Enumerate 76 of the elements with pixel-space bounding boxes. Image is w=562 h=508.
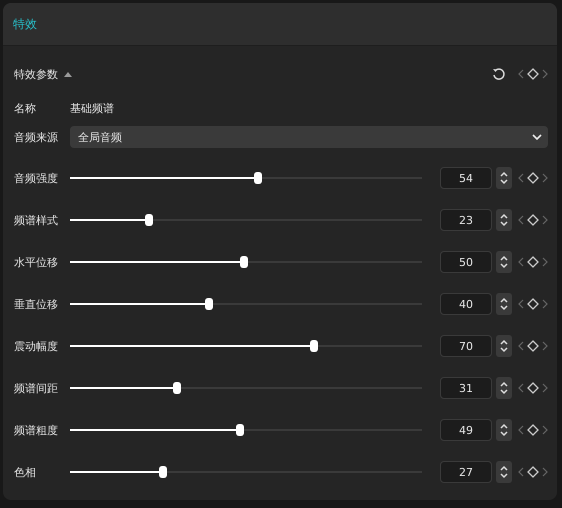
- previous-keyframe-icon[interactable]: [518, 299, 524, 309]
- spinner-button[interactable]: [496, 419, 512, 441]
- previous-keyframe-icon[interactable]: [518, 69, 524, 79]
- slider-label: 色相: [14, 464, 37, 480]
- up-down-chevrons-icon: [499, 422, 509, 438]
- field-label: 名称: [14, 100, 37, 116]
- up-down-chevrons-icon: [499, 380, 509, 396]
- previous-keyframe-icon[interactable]: [518, 383, 524, 393]
- value-input[interactable]: 70: [440, 335, 492, 357]
- slider-label: 音频强度: [14, 170, 59, 186]
- spinner-button[interactable]: [496, 209, 512, 231]
- next-keyframe-icon[interactable]: [542, 69, 548, 79]
- spinner-button[interactable]: [496, 377, 512, 399]
- next-keyframe-icon[interactable]: [542, 173, 548, 183]
- previous-keyframe-icon[interactable]: [518, 341, 524, 351]
- spinner-button[interactable]: [496, 461, 512, 483]
- next-keyframe-icon[interactable]: [542, 341, 548, 351]
- next-keyframe-icon[interactable]: [542, 467, 548, 477]
- next-keyframe-icon[interactable]: [542, 383, 548, 393]
- up-down-chevrons-icon: [499, 212, 509, 228]
- previous-keyframe-icon[interactable]: [518, 467, 524, 477]
- section-title: 特效参数: [14, 66, 58, 82]
- value-input[interactable]: 49: [440, 419, 492, 441]
- keyframe-icon[interactable]: [527, 172, 539, 184]
- spinner-button[interactable]: [496, 335, 512, 357]
- value-input[interactable]: 54: [440, 167, 492, 189]
- effect-name: 基础频谱: [70, 100, 114, 116]
- slider-label: 频谱间距: [14, 380, 59, 396]
- keyframe-icon[interactable]: [527, 340, 539, 352]
- spinner-button[interactable]: [496, 251, 512, 273]
- keyframe-icon[interactable]: [527, 256, 539, 268]
- up-down-chevrons-icon: [499, 464, 509, 480]
- field-label: 音频来源: [14, 130, 59, 144]
- spinner-button[interactable]: [496, 293, 512, 315]
- slider-thumb[interactable]: [144, 214, 153, 226]
- value-input[interactable]: 23: [440, 209, 492, 231]
- keyframe-icon[interactable]: [527, 382, 539, 394]
- reset-icon[interactable]: [492, 67, 506, 81]
- chevron-down-icon: [532, 134, 542, 140]
- keyframe-icon[interactable]: [527, 68, 539, 80]
- slider-label: 水平位移: [14, 254, 59, 270]
- previous-keyframe-icon[interactable]: [518, 215, 524, 225]
- slider-thumb[interactable]: [254, 172, 262, 184]
- spinner-button[interactable]: [496, 167, 512, 189]
- slider-label: 垂直位移: [14, 296, 59, 312]
- slider-label: 频谱样式: [14, 212, 59, 228]
- keyframe-icon[interactable]: [527, 466, 539, 478]
- previous-keyframe-icon[interactable]: [518, 173, 524, 183]
- next-keyframe-icon[interactable]: [542, 299, 548, 309]
- keyframe-icon[interactable]: [527, 424, 539, 436]
- slider-label: 震动幅度: [14, 338, 59, 354]
- audio-source-dropdown[interactable]: 全局音频: [70, 126, 548, 148]
- next-keyframe-icon[interactable]: [542, 257, 548, 267]
- slider-thumb[interactable]: [173, 382, 182, 394]
- up-down-chevrons-icon: [499, 254, 509, 270]
- slider-thumb[interactable]: [236, 424, 244, 436]
- up-down-chevrons-icon: [499, 170, 509, 186]
- slider-thumb[interactable]: [204, 298, 213, 310]
- up-down-chevrons-icon: [499, 296, 509, 312]
- panel-title: 特效: [13, 16, 37, 32]
- next-keyframe-icon[interactable]: [542, 425, 548, 435]
- slider-thumb[interactable]: [240, 256, 248, 268]
- value-input[interactable]: 40: [440, 293, 492, 315]
- previous-keyframe-icon[interactable]: [518, 425, 524, 435]
- keyframe-icon[interactable]: [527, 298, 539, 310]
- collapse-caret-icon[interactable]: [64, 72, 72, 76]
- previous-keyframe-icon[interactable]: [518, 257, 524, 267]
- up-down-chevrons-icon: [499, 338, 509, 354]
- slider-label: 频谱粗度: [14, 422, 59, 438]
- next-keyframe-icon[interactable]: [542, 215, 548, 225]
- value-input[interactable]: 50: [440, 251, 492, 273]
- value-input[interactable]: 31: [440, 377, 492, 399]
- slider-thumb[interactable]: [310, 340, 318, 352]
- value-input[interactable]: 27: [440, 461, 492, 483]
- slider-thumb[interactable]: [159, 466, 168, 478]
- keyframe-icon[interactable]: [527, 214, 539, 226]
